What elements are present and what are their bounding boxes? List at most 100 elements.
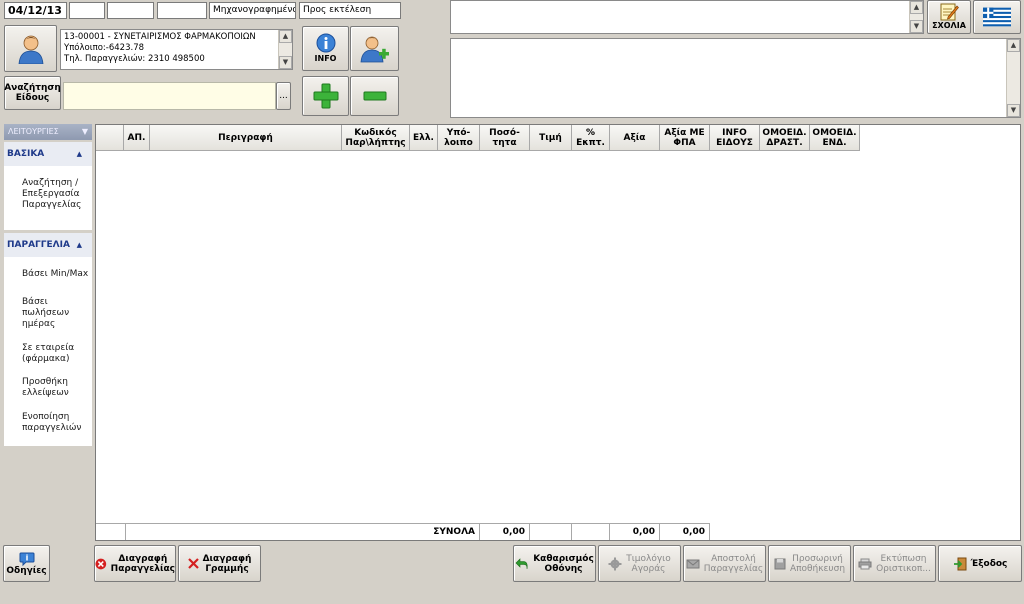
print-finalize-button[interactable]: Εκτύπωση Οριστικοπ... (853, 545, 936, 582)
temp-save-label-1: Προσωρινή (792, 553, 843, 564)
purchase-invoice-label-1: Τιμολόγιο (626, 553, 671, 564)
exit-door-icon (953, 557, 967, 570)
totals-cell-blank-1 (96, 523, 126, 540)
column-header-discount[interactable]: % Εκπτ. (572, 125, 610, 151)
column-header-ap[interactable]: ΑΠ. (124, 125, 150, 151)
purchase-invoice-button[interactable]: Τιμολόγιο Αγοράς (598, 545, 681, 582)
help-label: Οδηγίες (6, 565, 47, 576)
sidebar-section-basic[interactable]: ΒΑΣΙΚΑ ▲ (4, 142, 92, 166)
blank-field-1[interactable] (69, 2, 105, 19)
sidebar-item-daily-sales[interactable]: Βάσει πωλήσεων ημέρας (22, 297, 78, 330)
search-item-input[interactable] (63, 82, 276, 110)
clear-screen-label-1: Καθαρισμός (533, 553, 594, 564)
temp-save-button[interactable]: Προσωρινή Αποθήκευση (768, 545, 851, 582)
notepad-pencil-icon (940, 3, 959, 21)
help-bubble-icon: i (19, 552, 34, 566)
remove-line-button[interactable] (350, 76, 399, 116)
notes-textarea-top[interactable]: ▲ ▼ (450, 0, 924, 34)
language-button[interactable] (973, 0, 1021, 34)
scroll-up-icon[interactable]: ▲ (910, 1, 923, 14)
scroll-up-icon[interactable]: ▲ (1007, 39, 1020, 52)
column-header-similar-active[interactable]: ΟΜΟΕΙΔ. ΔΡΑΣΤ. (760, 125, 810, 151)
totals-value: 0,00 (610, 523, 660, 540)
clear-screen-label-2: Οθόνης (544, 563, 583, 574)
search-item-label-1: Αναζήτηση (4, 83, 61, 93)
sidebar-item-add-shortages[interactable]: Προσθήκη ελλείψεων (22, 377, 78, 399)
order-lines-grid[interactable]: ΑΠ. Περιγραφή Κωδικός Παρ\λήπτης Ελλ. Υπ… (95, 124, 1021, 541)
column-header-similar-ind[interactable]: ΟΜΟΕΙΔ. ΕΝΔ. (810, 125, 860, 151)
save-disk-icon (774, 558, 786, 569)
send-order-label-1: Αποστολή (711, 553, 756, 564)
printer-icon (858, 558, 872, 569)
search-browse-button[interactable]: ... (276, 82, 291, 110)
scroll-down-icon[interactable]: ▼ (1007, 104, 1020, 117)
column-header-value-vat[interactable]: Αξία ΜΕ ΦΠΑ (660, 125, 710, 151)
column-header-shortage[interactable]: Ελλ. (410, 125, 438, 151)
scroll-up-icon[interactable]: ▲ (279, 30, 292, 43)
delete-x-icon (187, 558, 199, 569)
delete-order-button[interactable]: Διαγραφή Παραγγελίας (94, 545, 176, 582)
gear-icon (608, 557, 622, 570)
help-button[interactable]: i Οδηγίες (3, 545, 50, 582)
svg-text:i: i (25, 553, 28, 562)
customer-line-1: 13-00001 - ΣΥΝΕΤΑΙΡΙΣΜΟΣ ΦΑΡΜΑΚΟΠΟΙΩΝ (64, 32, 256, 42)
send-order-button[interactable]: Αποστολή Παραγγελίας (683, 545, 766, 582)
column-header-quantity[interactable]: Ποσό-τητα (480, 125, 530, 151)
add-line-button[interactable] (302, 76, 349, 116)
delete-line-label-2: Γραμμής (205, 563, 249, 574)
column-header-price[interactable]: Τιμή (530, 125, 572, 151)
customer-info-box: 13-00001 - ΣΥΝΕΤΑΙΡΙΣΜΟΣ ΦΑΡΜΑΚΟΠΟΙΩΝ Υπ… (60, 29, 293, 70)
greek-flag-icon (983, 7, 1011, 27)
delete-line-button[interactable]: Διαγραφή Γραμμής (178, 545, 261, 582)
comments-button[interactable]: ΣΧΟΛΙΑ (927, 0, 971, 34)
blank-field-2[interactable] (107, 2, 154, 19)
sidebar-item-minmax[interactable]: Βάσει Min/Max (22, 269, 92, 280)
exit-button[interactable]: Έξοδος (938, 545, 1022, 582)
blank-field-3[interactable] (157, 2, 207, 19)
date-field[interactable]: 04/12/13 (4, 2, 67, 19)
totals-cell-blank-3 (572, 523, 610, 540)
notes-main-scrollbar[interactable]: ▲ ▼ (1006, 39, 1020, 117)
print-finalize-label-1: Εκτύπωση (880, 553, 927, 564)
column-header-description[interactable]: Περιγραφή (150, 125, 342, 151)
info-button[interactable]: INFO (302, 26, 349, 71)
delete-order-label-2: Παραγγελίας (110, 563, 175, 574)
column-header-code[interactable]: Κωδικός Παρ\λήπτης (342, 125, 410, 151)
sidebar-item-search-edit[interactable]: Αναζήτηση / Επεξεργασία Παραγγελίας (22, 178, 92, 211)
sidebar-header[interactable]: ΛΕΙΤΟΥΡΓΙΕΣ ▼ (4, 124, 92, 140)
collapse-up-icon: ▲ (76, 241, 82, 249)
send-envelope-icon (686, 559, 700, 568)
sidebar-section-order-label: ΠΑΡΑΓΓΕΛΙΑ (7, 240, 70, 250)
column-header-value[interactable]: Αξία (610, 125, 660, 151)
delete-order-label-1: Διαγραφή (118, 553, 168, 564)
sidebar-order-box: Βάσει Min/Max Βάσει πωλήσεων ημέρας Σε ε… (4, 257, 92, 446)
sidebar-header-label: ΛΕΙΤΟΥΡΓΙΕΣ (8, 127, 59, 136)
delete-line-label-1: Διαγραφή (202, 553, 252, 564)
search-item-button[interactable]: Αναζήτηση Είδους (4, 76, 61, 110)
customer-button[interactable] (4, 25, 57, 72)
add-user-icon (360, 36, 389, 62)
add-user-button[interactable] (350, 26, 399, 71)
undo-arrow-icon (515, 557, 528, 569)
clear-screen-button[interactable]: Καθαρισμός Οθόνης (513, 545, 596, 582)
totals-label: ΣΥΝΟΛΑ (126, 523, 480, 540)
sidebar-section-order[interactable]: ΠΑΡΑΓΓΕΛΙΑ ▲ (4, 233, 92, 257)
scroll-down-icon[interactable]: ▼ (279, 56, 292, 69)
sidebar-section-basic-label: ΒΑΣΙΚΑ (7, 149, 45, 159)
column-header-select[interactable] (96, 125, 124, 151)
customer-scrollbar[interactable]: ▲ ▼ (278, 30, 292, 69)
totals-quantity: 0,00 (480, 523, 530, 540)
comments-label: ΣΧΟΛΙΑ (932, 21, 966, 30)
notes-textarea-main[interactable]: ▲ ▼ (450, 38, 1021, 118)
search-item-label-2: Είδους (15, 93, 50, 103)
column-header-info[interactable]: INFO ΕΙΔΟΥΣ (710, 125, 760, 151)
column-header-balance[interactable]: Υπό-λοιπο (438, 125, 480, 151)
purchase-invoice-label-2: Αγοράς (631, 563, 666, 574)
delete-circle-icon (95, 558, 107, 569)
sidebar-item-merge-orders[interactable]: Ενοποίηση παραγγελιών (22, 412, 88, 434)
scroll-down-icon[interactable]: ▼ (910, 20, 923, 33)
exit-label: Έξοδος (970, 558, 1008, 569)
sidebar-item-company[interactable]: Σε εταιρεία (φάρμακα) (22, 343, 78, 365)
minus-icon (363, 91, 386, 101)
notes-top-scrollbar[interactable]: ▲ ▼ (909, 1, 923, 33)
